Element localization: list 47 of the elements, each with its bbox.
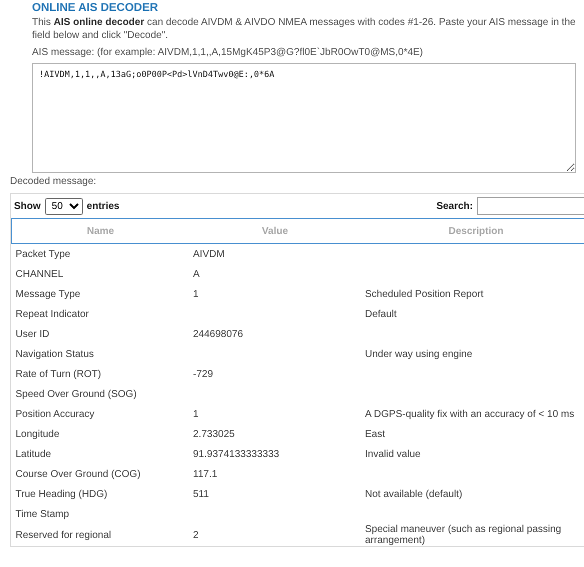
table-cell: A DGPS-quality fix with an accuracy of < 10 ms — [365, 408, 574, 420]
table-cell: True Heading (HDG) — [16, 488, 108, 500]
table-cell: 244698076 — [193, 328, 244, 340]
table-cell: Under way using engine — [365, 348, 472, 360]
show-label: Show — [14, 200, 41, 212]
table-cell: Position Accuracy — [16, 408, 94, 420]
table-cell: 511 — [193, 488, 209, 500]
table-cell: 2.733025 — [193, 428, 235, 440]
table-cell: 117.1 — [193, 468, 218, 480]
entries-select[interactable]: 50 — [44, 198, 83, 214]
column-header[interactable]: Description — [361, 218, 584, 244]
entries-label: entries — [86, 200, 120, 212]
table-cell: Scheduled Position Report — [365, 288, 484, 300]
table-cell: Time Stamp — [16, 508, 70, 520]
table-cell: Rate of Turn (ROT) — [16, 368, 102, 380]
field-label: AIS message: (for example: AIVDM,1,1,,A,15MgK45P3@G?fl0E`JbR0OwT0@MS,0*4E) — [32, 47, 424, 58]
table-cell: User ID — [16, 328, 50, 340]
table-cell: 2 — [193, 530, 199, 540]
table-cell: Longitude — [16, 428, 60, 440]
table-cell: A — [193, 268, 200, 280]
table-cell: 1 — [193, 408, 199, 420]
table-cell: AIVDM — [193, 248, 225, 260]
table-cell: Default — [365, 308, 397, 320]
table-cell: Packet Type — [16, 248, 70, 260]
table-cell: Speed Over Ground (SOG) — [16, 388, 137, 400]
table-cell: Repeat Indicator — [16, 308, 89, 320]
table-cell: Invalid value — [365, 448, 421, 460]
column-header[interactable]: Name — [12, 218, 189, 244]
table-cell: Reserved for regional — [16, 530, 112, 540]
table-cell: Latitude — [16, 448, 52, 460]
section-label: Decoded message: — [10, 176, 98, 187]
table-cell: East — [365, 428, 386, 440]
table-cell: 91.9374133333333 — [193, 448, 280, 460]
table-cell: Navigation Status — [16, 348, 94, 360]
table-cell: CHANNEL — [16, 268, 64, 280]
page-heading: ONLINE AIS DECODER — [32, 2, 160, 14]
intro-text: This AIS online decoder can decode AIVDM & AIVDO NMEA messages with codes #1-26. Paste your AIS message in the field below and click "Decode". — [32, 16, 576, 42]
table-cell: 1 — [193, 288, 199, 300]
table-cell: Not available (default) — [365, 488, 462, 500]
message-field[interactable]: !AIVDM,1,1,,A,13aG;o0P00P<Pd>lVnD4Twv0@E:,0*6A — [32, 63, 576, 173]
table-cell: Course Over Ground (COG) — [16, 468, 141, 480]
table-cell: Special maneuver (such as regional passing arrangement) — [365, 524, 562, 546]
table-cell: -729 — [193, 368, 214, 380]
table-cell: Message Type — [16, 288, 80, 300]
search-label: Search: — [436, 200, 473, 212]
search-field[interactable] — [477, 197, 584, 215]
column-header[interactable]: Value — [189, 218, 361, 244]
